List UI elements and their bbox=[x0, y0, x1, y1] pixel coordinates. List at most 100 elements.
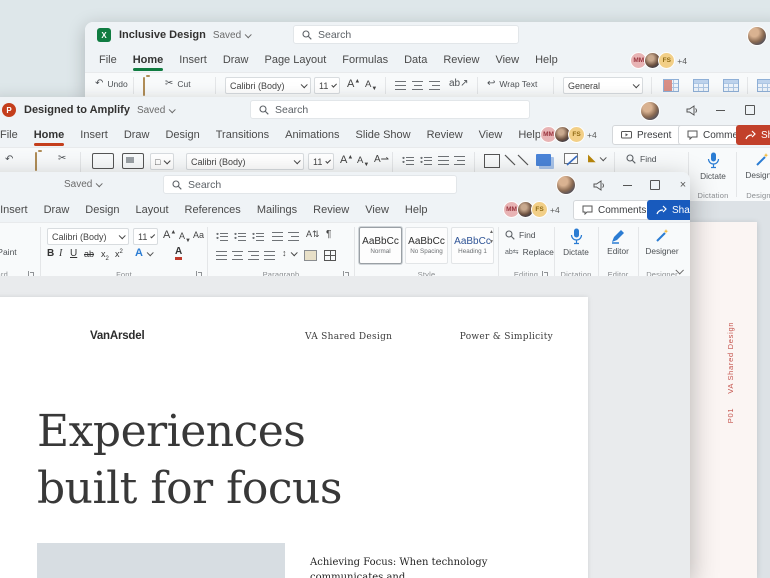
arrange-icon[interactable] bbox=[536, 154, 551, 166]
cut-button[interactable]: ✂ Cut bbox=[165, 78, 191, 89]
paste-button[interactable] bbox=[35, 152, 37, 171]
shape-rect-icon[interactable] bbox=[484, 154, 500, 168]
tab-data[interactable]: Data bbox=[396, 51, 435, 69]
borders-icon[interactable] bbox=[324, 250, 336, 261]
ppt-saved-status[interactable]: Saved bbox=[137, 105, 177, 116]
font-size-select[interactable]: 11 bbox=[314, 77, 340, 94]
format-painter-button[interactable]: Format Paint bbox=[0, 247, 17, 257]
share-button[interactable]: Share bbox=[647, 200, 690, 220]
font-name-select[interactable]: Calibri (Body) bbox=[225, 77, 311, 94]
tab-view[interactable]: View bbox=[471, 126, 511, 144]
find-button[interactable]: Find bbox=[626, 154, 657, 164]
shrink-font-button[interactable]: A▼ bbox=[357, 155, 369, 168]
word-saved-status[interactable]: Saved bbox=[64, 179, 104, 190]
grow-font-button[interactable]: A▲ bbox=[340, 154, 353, 166]
designer-button[interactable]: Designer bbox=[641, 228, 683, 256]
replace-button[interactable]: ab⇆ Replace bbox=[505, 247, 554, 257]
shape-lines-icon[interactable] bbox=[504, 154, 530, 166]
tab-insert[interactable]: Insert bbox=[0, 201, 36, 219]
style-gallery-scroll[interactable]: ▲ ▼ bbox=[489, 229, 494, 245]
tab-animations[interactable]: Animations bbox=[277, 126, 347, 144]
tab-home[interactable]: Home bbox=[26, 126, 73, 146]
font-size-select[interactable]: 11 bbox=[133, 228, 158, 245]
line-spacing-icon[interactable]: ↕ bbox=[282, 248, 298, 258]
tab-slide-show[interactable]: Slide Show bbox=[348, 126, 419, 144]
bold-button[interactable]: B bbox=[47, 248, 54, 259]
undo-button[interactable]: ↶ Undo bbox=[95, 78, 128, 89]
align-top-icon[interactable] bbox=[395, 81, 406, 90]
change-case-button[interactable]: Aa bbox=[193, 230, 204, 240]
text-effects-button[interactable]: A bbox=[135, 247, 154, 259]
tab-design[interactable]: Design bbox=[77, 201, 127, 219]
tab-review[interactable]: Review bbox=[419, 126, 471, 144]
font-name-select[interactable]: Calibri (Body) bbox=[47, 228, 129, 245]
avatar-fs[interactable]: FS bbox=[531, 201, 548, 218]
tab-view[interactable]: View bbox=[487, 51, 527, 69]
excel-saved-status[interactable]: Saved bbox=[213, 30, 252, 41]
tab-draw[interactable]: Draw bbox=[215, 51, 257, 69]
tab-draw[interactable]: Draw bbox=[36, 201, 78, 219]
indent-decrease-icon[interactable] bbox=[438, 156, 449, 165]
undo-button[interactable]: ↶ bbox=[5, 154, 13, 165]
style-no-spacing[interactable]: AaBbCc No Spacing bbox=[405, 227, 448, 264]
tab-layout[interactable]: Layout bbox=[128, 201, 177, 219]
grow-font-button[interactable]: A▲ bbox=[163, 229, 176, 241]
comments-button[interactable]: Comments bbox=[573, 200, 656, 220]
share-button[interactable]: Share bbox=[736, 125, 770, 145]
tab-review[interactable]: Review bbox=[305, 201, 357, 219]
shape-fill-icon[interactable]: ◣ bbox=[588, 153, 607, 164]
tab-help[interactable]: Help bbox=[397, 201, 436, 219]
account-avatar[interactable] bbox=[640, 101, 660, 121]
ppt-search-input[interactable]: Search bbox=[250, 100, 530, 119]
editor-button[interactable]: Editor bbox=[601, 228, 635, 256]
shading-icon[interactable] bbox=[304, 250, 317, 261]
conditional-formatting-icon[interactable] bbox=[663, 79, 679, 92]
font-size-select[interactable]: 11 bbox=[308, 153, 334, 170]
tab-design[interactable]: Design bbox=[157, 126, 207, 144]
multilevel-list-icon[interactable] bbox=[252, 232, 264, 241]
tab-references[interactable]: References bbox=[177, 201, 249, 219]
numbering-icon[interactable] bbox=[420, 156, 432, 165]
bullets-icon[interactable] bbox=[216, 232, 228, 241]
bullets-icon[interactable] bbox=[402, 156, 414, 165]
minimize-button[interactable] bbox=[706, 97, 734, 123]
paste-button[interactable] bbox=[143, 77, 145, 96]
avatar-fs[interactable]: FS bbox=[568, 126, 585, 143]
document-image-placeholder[interactable] bbox=[37, 543, 285, 578]
close-button[interactable]: × bbox=[766, 97, 770, 123]
layout-select[interactable]: □ bbox=[150, 153, 174, 170]
pilcrow-icon[interactable]: ¶ bbox=[326, 229, 331, 240]
grow-font-button[interactable]: A▲ bbox=[347, 78, 360, 90]
orientation-button[interactable]: ab↗ bbox=[449, 78, 469, 89]
align-center-icon[interactable] bbox=[232, 251, 243, 260]
align-bottom-icon[interactable] bbox=[429, 81, 440, 90]
underline-button[interactable]: U bbox=[70, 248, 77, 259]
strikethrough-button[interactable]: ab bbox=[84, 249, 94, 259]
sort-icon[interactable]: A⇅ bbox=[306, 229, 320, 240]
table-style-thumb[interactable] bbox=[757, 79, 770, 92]
indent-decrease-icon[interactable] bbox=[272, 232, 283, 241]
clear-formatting-button[interactable]: A⇀ bbox=[374, 154, 389, 165]
indent-increase-icon[interactable] bbox=[288, 232, 299, 241]
quick-styles-icon[interactable] bbox=[564, 153, 581, 167]
tab-transitions[interactable]: Transitions bbox=[208, 126, 277, 144]
minimize-button[interactable] bbox=[613, 172, 641, 198]
tab-review[interactable]: Review bbox=[435, 51, 487, 69]
close-button[interactable]: × bbox=[669, 172, 690, 198]
designer-button[interactable]: Designer bbox=[740, 152, 770, 180]
tab-insert[interactable]: Insert bbox=[72, 126, 116, 144]
font-name-select[interactable]: Calibri (Body) bbox=[186, 153, 304, 170]
cut-button[interactable]: ✂ bbox=[58, 153, 66, 164]
tab-file[interactable]: File bbox=[0, 126, 26, 144]
align-left-icon[interactable] bbox=[216, 251, 227, 260]
justify-icon[interactable] bbox=[264, 251, 275, 260]
document-page[interactable]: VanArsdel VA Shared Design Power & Simpl… bbox=[0, 297, 588, 578]
numbering-icon[interactable] bbox=[234, 232, 246, 241]
tab-draw[interactable]: Draw bbox=[116, 126, 158, 144]
scroll-up-icon[interactable]: ▲ bbox=[489, 229, 494, 235]
excel-search-input[interactable]: Search bbox=[293, 25, 519, 44]
style-normal[interactable]: AaBbCc Normal bbox=[359, 227, 402, 264]
superscript-button[interactable]: x2 bbox=[115, 249, 123, 259]
account-avatar[interactable] bbox=[747, 26, 767, 46]
feedback-button[interactable] bbox=[585, 172, 613, 198]
